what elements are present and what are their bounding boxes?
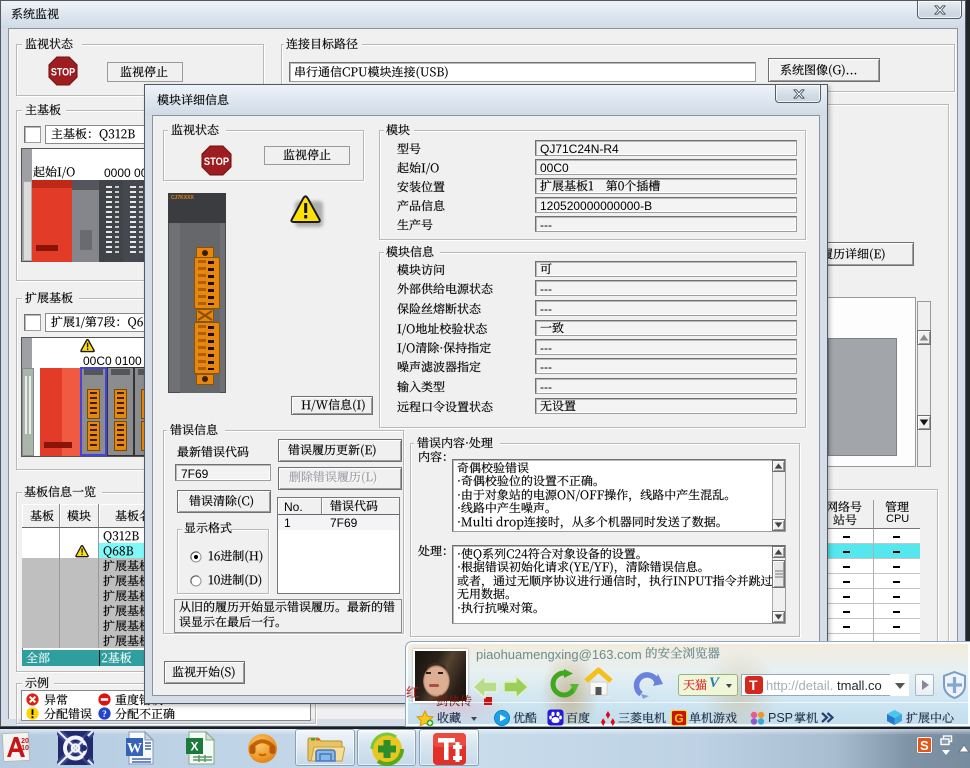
svg-text:20: 20 (21, 738, 29, 745)
svg-text:W: W (127, 741, 142, 757)
svg-text:X: X (190, 740, 198, 754)
svg-text:10: 10 (21, 745, 29, 752)
